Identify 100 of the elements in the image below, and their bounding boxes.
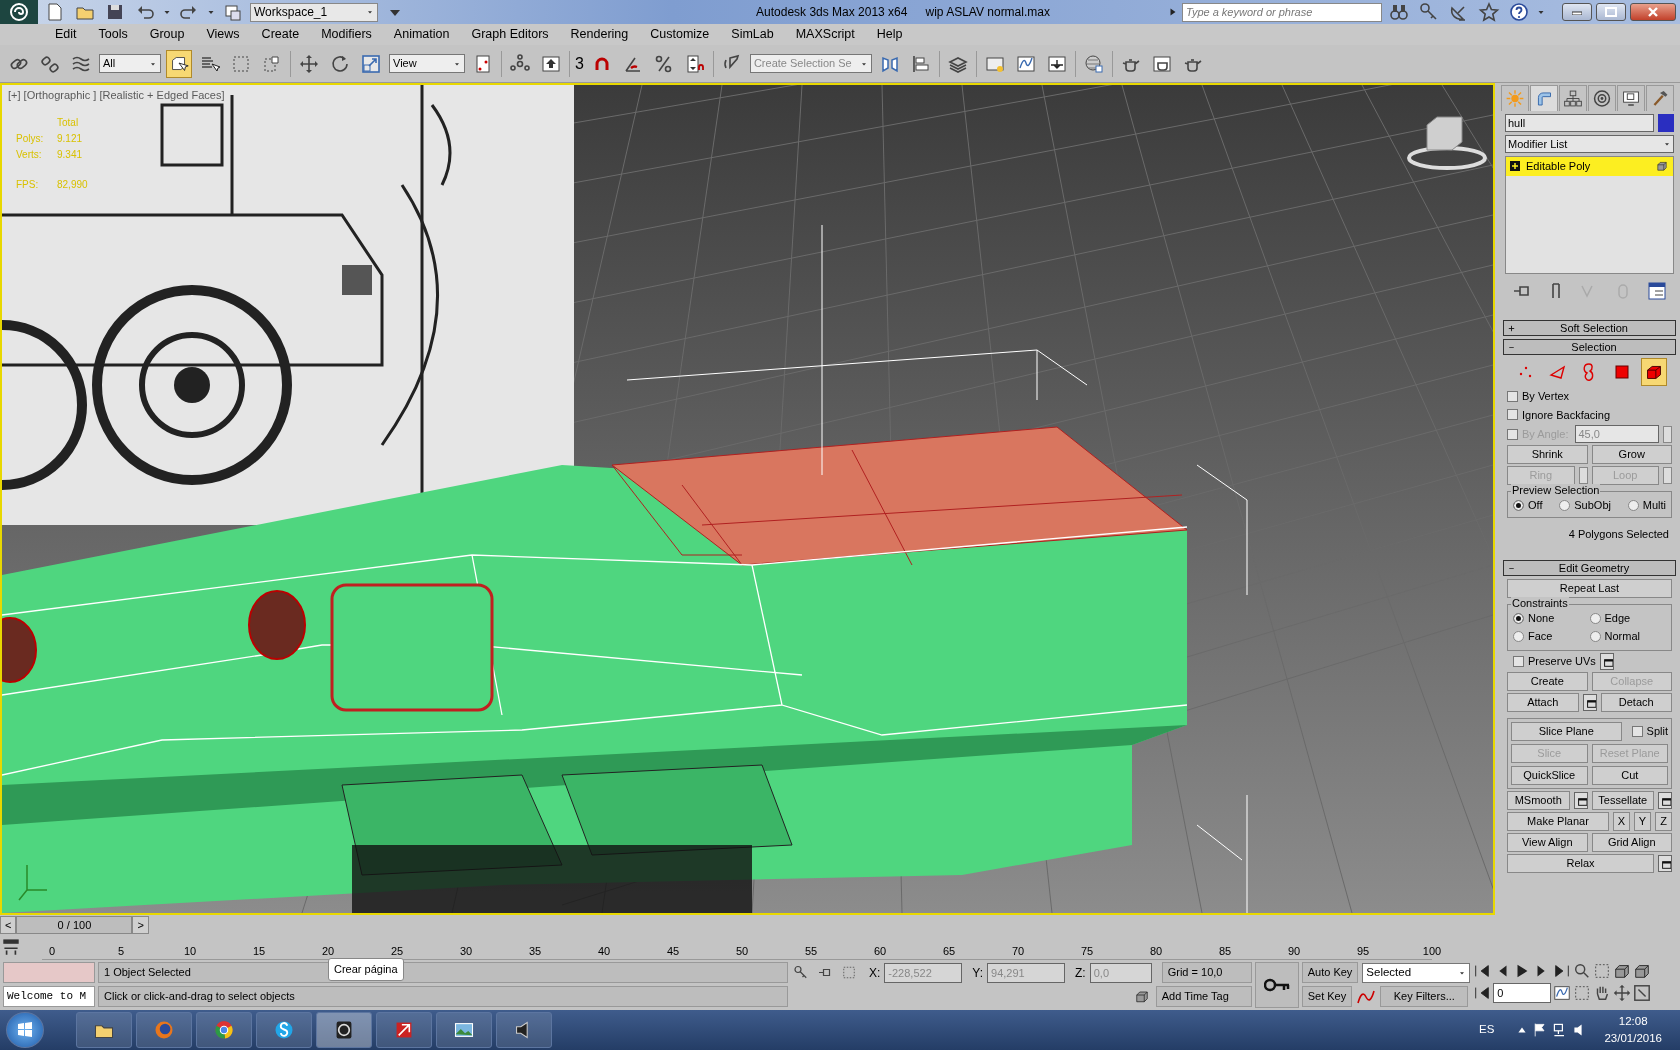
- spinner-icon[interactable]: [1663, 425, 1672, 443]
- set-key-button[interactable]: Set Key: [1301, 986, 1353, 1007]
- search-field[interactable]: Type a keyword or phrase: [1182, 2, 1382, 22]
- reference-coordinate-dropdown[interactable]: View: [389, 54, 465, 73]
- panel-button[interactable]: Y: [1634, 811, 1651, 831]
- modify-tab[interactable]: [1530, 85, 1558, 111]
- maximize-button[interactable]: [1596, 3, 1626, 21]
- motion-tab[interactable]: [1588, 85, 1616, 111]
- panel-button[interactable]: Cut: [1591, 765, 1668, 785]
- radio-button[interactable]: SubObj: [1559, 497, 1611, 514]
- settings-box-icon[interactable]: [1573, 791, 1588, 809]
- panel-button[interactable]: Shrink: [1507, 445, 1588, 464]
- select-object-icon[interactable]: [166, 49, 192, 78]
- radio-button[interactable]: None: [1513, 610, 1555, 627]
- zoom-extents-icon[interactable]: [1613, 962, 1632, 980]
- current-frame-field[interactable]: 0: [1493, 983, 1552, 1003]
- viewcube-icon[interactable]: [1407, 116, 1487, 170]
- checkbox[interactable]: Split: [1631, 722, 1668, 740]
- panel-button[interactable]: X: [1613, 811, 1630, 831]
- maxscript-listener-field[interactable]: [3, 962, 95, 983]
- panel-button[interactable]: Attach: [1507, 692, 1579, 712]
- rollout-header[interactable]: Selection: [1503, 339, 1676, 355]
- panel-button[interactable]: MSmooth: [1507, 790, 1570, 810]
- panel-button[interactable]: QuickSlice: [1511, 765, 1588, 785]
- caret-icon[interactable]: [366, 8, 374, 16]
- photo-viewer-icon[interactable]: [436, 1012, 492, 1048]
- speaker-app-icon[interactable]: [496, 1012, 552, 1048]
- menu-item[interactable]: Modifiers: [310, 25, 383, 44]
- modifier-stack-item[interactable]: Editable Poly: [1506, 157, 1673, 176]
- go-to-end-icon[interactable]: [1553, 962, 1572, 980]
- object-color-swatch[interactable]: [1658, 114, 1674, 132]
- menu-item[interactable]: Customize: [639, 25, 721, 44]
- panel-button[interactable]: Create: [1507, 671, 1588, 691]
- key-mode-dropdown[interactable]: Selected: [1362, 962, 1471, 983]
- menu-item[interactable]: SimLab: [720, 25, 785, 44]
- rollout-header[interactable]: Soft Selection: [1503, 320, 1676, 336]
- radio-button[interactable]: Edge: [1589, 610, 1631, 627]
- panel-button[interactable]: Grow: [1591, 445, 1672, 464]
- previous-frame-button[interactable]: <: [0, 916, 17, 934]
- key-icon[interactable]: [1263, 978, 1290, 992]
- file-explorer-icon[interactable]: [76, 1012, 132, 1048]
- zoom-icon[interactable]: [1573, 962, 1592, 980]
- maximize-viewport-icon[interactable]: [1633, 984, 1652, 1002]
- panel-button[interactable]: View Align: [1507, 832, 1588, 852]
- workspace-dropdown[interactable]: Workspace_1: [250, 2, 378, 22]
- expand-icon[interactable]: [1510, 161, 1520, 172]
- auto-key-button[interactable]: Auto Key: [1301, 962, 1359, 983]
- document-app-icon[interactable]: [376, 1012, 432, 1048]
- menu-item[interactable]: Create: [250, 25, 311, 44]
- settings-box-icon[interactable]: [1658, 791, 1672, 809]
- panel-button[interactable]: Z: [1655, 811, 1672, 831]
- windows-logo-icon[interactable]: [15, 1020, 35, 1040]
- viewport-label[interactable]: [+] [Orthographic ] [Realistic + Edged Faces]: [8, 87, 225, 104]
- radio-button[interactable]: Normal: [1589, 628, 1640, 645]
- menu-item[interactable]: Help: [865, 25, 914, 44]
- menu-item[interactable]: Animation: [382, 25, 461, 44]
- display-tab[interactable]: [1617, 85, 1645, 111]
- time-config-icon[interactable]: [1553, 984, 1572, 1002]
- menu-item[interactable]: Views: [195, 25, 251, 44]
- next-frame-button[interactable]: >: [132, 916, 149, 934]
- app-logo-icon[interactable]: [8, 2, 30, 22]
- checkbox[interactable]: Preserve UVs: [1513, 652, 1596, 670]
- panel-button[interactable]: Repeat Last: [1507, 579, 1672, 598]
- minimize-icon[interactable]: [1572, 9, 1582, 15]
- settings-box-icon[interactable]: [1582, 693, 1597, 711]
- selection-filter-dropdown[interactable]: All: [99, 54, 161, 73]
- language-indicator[interactable]: ES: [1479, 1021, 1495, 1039]
- zoom-extents-all-icon[interactable]: [1633, 962, 1652, 980]
- menu-item[interactable]: Graph Editors: [460, 25, 560, 44]
- maxscript-output-field[interactable]: Welcome to M: [3, 986, 95, 1007]
- key-filters-button[interactable]: Key Filters...: [1380, 986, 1469, 1007]
- browser-icon[interactable]: [196, 1012, 252, 1048]
- modifier-list-dropdown[interactable]: Modifier List: [1505, 135, 1674, 153]
- close-icon[interactable]: [1647, 6, 1659, 18]
- radio-button[interactable]: Off: [1513, 497, 1543, 514]
- panel-button[interactable]: Grid Align: [1591, 832, 1672, 852]
- zoom-all-icon[interactable]: [1593, 962, 1612, 980]
- settings-box-icon[interactable]: [1658, 854, 1672, 872]
- browser-icon[interactable]: [136, 1012, 192, 1048]
- radio-button[interactable]: Multi: [1627, 497, 1666, 514]
- set-keys-button[interactable]: [1254, 962, 1299, 1008]
- element-level-icon[interactable]: [1640, 358, 1667, 386]
- menu-item[interactable]: Tools: [87, 25, 139, 44]
- menu-item[interactable]: Group: [138, 25, 196, 44]
- close-button[interactable]: [1630, 3, 1676, 21]
- hierarchy-tab[interactable]: [1559, 85, 1587, 111]
- panel-button[interactable]: Make Planar: [1507, 811, 1609, 831]
- panel-button[interactable]: Relax: [1507, 853, 1654, 873]
- menu-item[interactable]: MAXScript: [784, 25, 866, 44]
- object-name-field[interactable]: hull: [1505, 114, 1654, 132]
- settings-box-icon[interactable]: [1599, 652, 1614, 670]
- orbit-icon[interactable]: [1613, 984, 1632, 1002]
- start-button[interactable]: [6, 1012, 44, 1048]
- 3d-app-icon[interactable]: [316, 1012, 372, 1048]
- go-to-start-icon[interactable]: [1473, 962, 1492, 980]
- chat-app-icon[interactable]: [256, 1012, 312, 1048]
- utilities-tab[interactable]: [1646, 85, 1674, 111]
- time-slider-handle[interactable]: 0 / 100: [16, 916, 133, 934]
- panel-button[interactable]: Slice Plane: [1511, 721, 1622, 741]
- minimize-button[interactable]: [1562, 3, 1592, 21]
